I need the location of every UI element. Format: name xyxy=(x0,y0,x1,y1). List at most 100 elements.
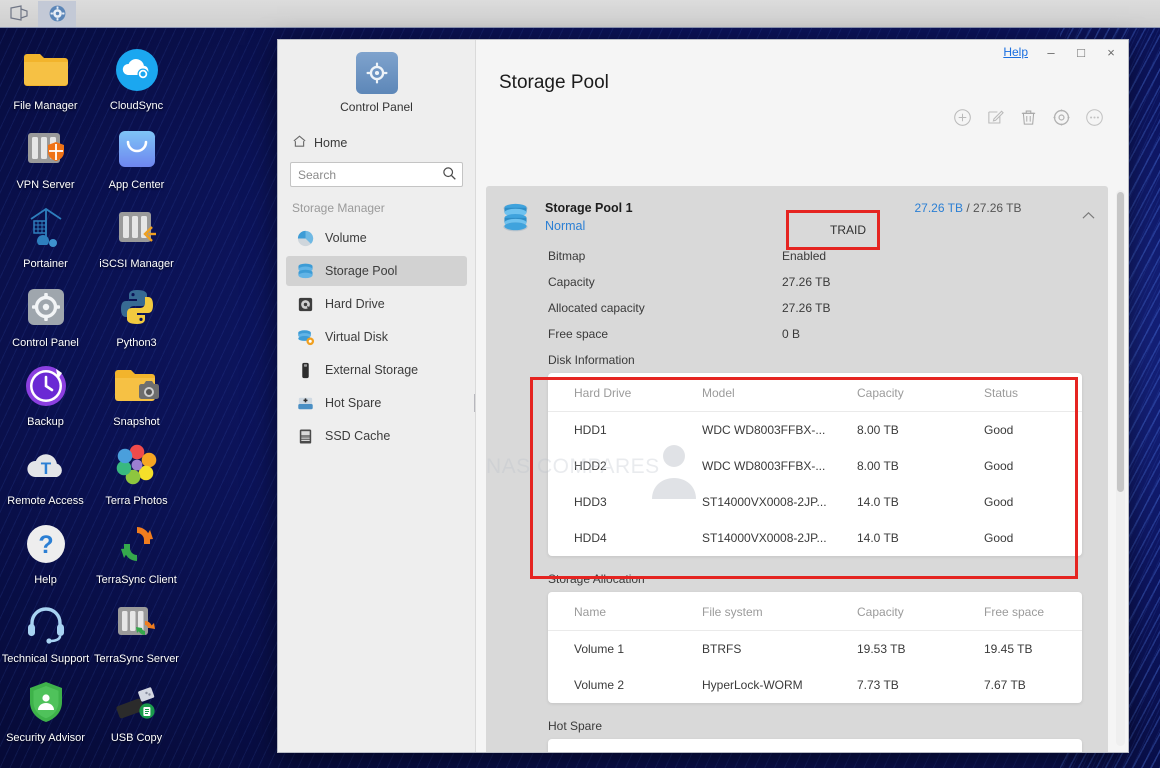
table-header-row: Name File system Capacity Free space xyxy=(548,592,1082,631)
desktop-icon-control-panel[interactable]: Control Panel xyxy=(0,281,91,350)
cell-hard-drive: HDD4 xyxy=(574,531,607,545)
capacity-total: 27.26 TB xyxy=(973,201,1022,215)
delete-button[interactable] xyxy=(1019,108,1038,127)
external-storage-icon xyxy=(295,360,315,380)
column-header: Name xyxy=(574,605,607,619)
cell-capacity: 14.0 TB xyxy=(857,531,899,545)
desktop-icon-snapshot[interactable]: Snapshot xyxy=(91,360,182,429)
more-button[interactable] xyxy=(1085,108,1104,127)
sidebar: Control Panel Home Storage Manager xyxy=(278,40,477,752)
create-button[interactable] xyxy=(953,108,972,127)
sidebar-item-label: External Storage xyxy=(325,363,419,377)
hot-spare-label: Hot Spare xyxy=(548,719,603,733)
desktop-icon-help[interactable]: ? Help xyxy=(0,518,91,587)
svg-text:T: T xyxy=(40,459,51,478)
table-row[interactable]: Volume 2 HyperLock-WORM 7.73 TB 7.67 TB xyxy=(548,667,1082,703)
desktop-icon-label: TerraSync Client xyxy=(96,574,177,586)
help-link[interactable]: Help xyxy=(1003,45,1028,59)
scrollbar-thumb[interactable] xyxy=(1117,192,1124,492)
table-row[interactable]: HDD3 ST14000VX0008-2JP... 14.0 TB Good xyxy=(548,484,1082,520)
sidebar-item-virtual-disk[interactable]: Virtual Disk xyxy=(286,322,467,352)
hot-spare-table: Name Hard Drive Model Capacity Status xyxy=(548,739,1082,752)
desktop-icon-backup[interactable]: Backup xyxy=(0,360,91,429)
home-icon xyxy=(292,134,307,152)
sidebar-item-label: Hot Spare xyxy=(325,396,382,410)
sidebar-item-storage-pool[interactable]: Storage Pool xyxy=(286,256,467,286)
hot-spare-icon xyxy=(295,393,315,413)
detail-value: 27.26 TB xyxy=(782,301,831,315)
desktop-icon-cloudsync[interactable]: CloudSync xyxy=(91,44,182,113)
sidebar-item-hot-spare[interactable]: Hot Spare xyxy=(286,388,467,418)
desktop-icon-technical-support[interactable]: Technical Support xyxy=(0,597,91,666)
detail-key: Free space xyxy=(548,327,609,341)
desktop-icon-terra-photos[interactable]: Terra Photos xyxy=(91,439,182,508)
sidebar-app-header: Control Panel xyxy=(278,40,475,114)
storage-allocation-table: Name File system Capacity Free space Vol… xyxy=(548,592,1082,703)
pool-status[interactable]: Normal xyxy=(545,219,585,233)
detail-key: Capacity xyxy=(548,275,595,289)
cell-file-system: BTRFS xyxy=(702,642,742,656)
sidebar-item-home[interactable]: Home xyxy=(278,128,475,158)
desktop-icon-portainer[interactable]: Portainer xyxy=(0,202,91,271)
desktop-icon-label: CloudSync xyxy=(109,100,164,112)
desktop-icon-terrasync-server[interactable]: TerraSync Server xyxy=(91,597,182,666)
edit-button[interactable] xyxy=(986,108,1005,127)
column-header: Hard Drive xyxy=(574,386,632,400)
cell-name: Volume 2 xyxy=(574,678,625,692)
detail-row: Bitmap Enabled xyxy=(486,249,1108,275)
desktop-icon-security-advisor[interactable]: Security Advisor xyxy=(0,676,91,745)
control-panel-taskbar-icon[interactable] xyxy=(38,0,76,27)
detail-row: Capacity 27.26 TB xyxy=(486,275,1108,301)
sidebar-item-external-storage[interactable]: External Storage xyxy=(286,355,467,385)
desktop-icon-app-center[interactable]: App Center xyxy=(91,123,182,192)
table-row[interactable]: HDD2 WDC WD8003FFBX-... 8.00 TB Good xyxy=(548,448,1082,484)
desktop-icon-iscsi-manager[interactable]: iSCSI Manager xyxy=(91,202,182,271)
help-question-icon: ? xyxy=(20,518,72,570)
close-button[interactable]: × xyxy=(1104,45,1118,60)
show-desktop-icon[interactable] xyxy=(0,1,38,27)
iscsi-manager-icon xyxy=(111,202,163,254)
cloud-sync-icon xyxy=(111,44,163,96)
sidebar-item-hard-drive[interactable]: Hard Drive xyxy=(286,289,467,319)
disk-information-table: Hard Drive Model Capacity Status HDD1 WD… xyxy=(548,373,1082,556)
desktop-icon-usb-copy[interactable]: USB Copy xyxy=(91,676,182,745)
desktop-icon-label: Remote Access xyxy=(7,495,84,507)
cell-status: Good xyxy=(984,459,1014,473)
sidebar-item-label: Volume xyxy=(325,231,367,245)
desktop-icon-terrasync-client[interactable]: TerraSync Client xyxy=(91,518,182,587)
desktop-icon-label: Control Panel xyxy=(12,337,79,349)
detail-row: Free space 0 B xyxy=(486,327,1108,353)
capacity-used: 27.26 TB xyxy=(914,201,963,215)
hard-drive-icon xyxy=(295,294,315,314)
pool-name: Storage Pool 1 xyxy=(545,201,633,215)
cell-capacity: 8.00 TB xyxy=(857,459,899,473)
minimize-button[interactable]: – xyxy=(1044,45,1058,60)
storage-pool-card: Storage Pool 1 Normal TRAID 27.26 TB / 2… xyxy=(486,186,1108,752)
desktop-icon-file-manager[interactable]: File Manager xyxy=(0,44,91,113)
sidebar-item-volume[interactable]: Volume xyxy=(286,223,467,253)
window-titlebar: Help – □ × xyxy=(476,40,1128,64)
raid-type-highlight: TRAID xyxy=(786,210,880,250)
detail-row: Allocated capacity 27.26 TB xyxy=(486,301,1108,327)
capacity-separator: / xyxy=(966,201,970,215)
settings-button[interactable] xyxy=(1052,108,1071,127)
desktop-icon-label: VPN Server xyxy=(16,179,75,191)
desktop-icon-python3[interactable]: Python3 xyxy=(91,281,182,350)
search-icon[interactable] xyxy=(442,166,457,186)
terra-photos-flower-icon xyxy=(111,439,163,491)
gear-icon xyxy=(355,52,398,94)
table-row[interactable]: HDD4 ST14000VX0008-2JP... 14.0 TB Good xyxy=(548,520,1082,556)
table-row[interactable]: Volume 1 BTRFS 19.53 TB 19.45 TB xyxy=(548,631,1082,667)
table-row[interactable]: HDD1 WDC WD8003FFBX-... 8.00 TB Good xyxy=(548,412,1082,448)
cell-free-space: 19.45 TB xyxy=(984,642,1033,656)
maximize-button[interactable]: □ xyxy=(1074,45,1088,60)
vpn-server-icon xyxy=(20,123,72,175)
desktop-icon-remote-access[interactable]: T Remote Access xyxy=(0,439,91,508)
chevron-up-icon[interactable] xyxy=(1082,208,1095,223)
pool-capacity: 27.26 TB / 27.26 TB xyxy=(870,199,1066,217)
sidebar-item-ssd-cache[interactable]: SSD Cache xyxy=(286,421,467,451)
search-input[interactable] xyxy=(290,162,463,187)
content-scrollbar[interactable] xyxy=(1116,190,1125,746)
desktop-icon-vpn-server[interactable]: VPN Server xyxy=(0,123,91,192)
table-header-row: Name Hard Drive Model Capacity Status xyxy=(548,739,1082,752)
